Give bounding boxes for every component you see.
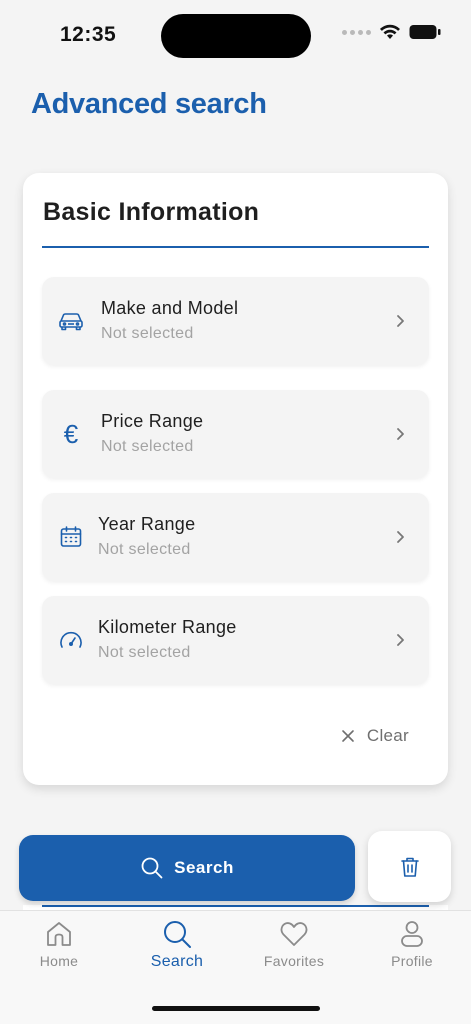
make-model-label: Make and Model bbox=[101, 298, 239, 318]
year-range-label: Year Range bbox=[98, 514, 196, 534]
wifi-icon bbox=[380, 24, 400, 39]
tab-search[interactable]: Search bbox=[132, 919, 222, 971]
tab-search-label: Search bbox=[150, 953, 204, 970]
kilometer-range-row[interactable]: Kilometer Range Not selected bbox=[42, 596, 429, 684]
kilometer-range-value: Not selected bbox=[98, 644, 191, 661]
search-button-label: Search bbox=[174, 858, 234, 877]
calendar-icon bbox=[58, 524, 84, 550]
tab-profile-label: Profile bbox=[391, 953, 433, 969]
tab-favorites-label: Favorites bbox=[263, 953, 325, 969]
next-card-divider bbox=[42, 905, 429, 907]
tab-home[interactable]: Home bbox=[14, 919, 104, 969]
basic-information-card: Basic Information Make and Model Not sel… bbox=[23, 173, 448, 785]
speedometer-icon bbox=[58, 627, 84, 653]
price-range-value: Not selected bbox=[101, 438, 194, 455]
close-icon bbox=[342, 730, 354, 742]
home-indicator bbox=[152, 1006, 320, 1011]
clear-button[interactable]: Clear bbox=[341, 726, 409, 746]
card-divider bbox=[42, 246, 429, 248]
delete-button[interactable] bbox=[368, 831, 451, 902]
year-range-value: Not selected bbox=[98, 541, 191, 558]
price-range-label: Price Range bbox=[101, 411, 204, 431]
euro-icon: € bbox=[63, 419, 79, 449]
search-icon bbox=[164, 921, 191, 948]
chevron-right-icon bbox=[397, 428, 404, 440]
user-icon bbox=[401, 921, 423, 947]
chevron-right-icon bbox=[397, 634, 404, 646]
status-bar: 12:35 bbox=[0, 0, 471, 70]
status-time: 12:35 bbox=[60, 23, 117, 46]
search-button[interactable]: Search bbox=[19, 835, 355, 901]
trash-icon bbox=[400, 857, 419, 877]
search-icon bbox=[141, 857, 163, 879]
heart-icon bbox=[280, 922, 308, 946]
chevron-right-icon bbox=[397, 315, 404, 327]
tab-profile[interactable]: Profile bbox=[367, 919, 457, 969]
clear-label: Clear bbox=[366, 726, 409, 745]
tab-favorites[interactable]: Favorites bbox=[249, 919, 339, 969]
year-range-row[interactable]: Year Range Not selected bbox=[42, 493, 429, 581]
home-icon bbox=[47, 922, 71, 946]
price-range-row[interactable]: € Price Range Not selected bbox=[42, 390, 429, 478]
signal-icon bbox=[342, 29, 371, 35]
page-title: Advanced search bbox=[31, 88, 267, 120]
make-model-value: Not selected bbox=[101, 325, 194, 342]
card-title: Basic Information bbox=[43, 198, 260, 226]
car-icon bbox=[58, 308, 84, 334]
chevron-right-icon bbox=[397, 531, 404, 543]
tab-home-label: Home bbox=[39, 953, 79, 969]
make-model-row[interactable]: Make and Model Not selected bbox=[42, 277, 429, 365]
status-indicators bbox=[342, 24, 441, 40]
kilometer-range-label: Kilometer Range bbox=[98, 617, 237, 637]
dynamic-island bbox=[161, 14, 311, 58]
battery-icon bbox=[409, 25, 441, 39]
